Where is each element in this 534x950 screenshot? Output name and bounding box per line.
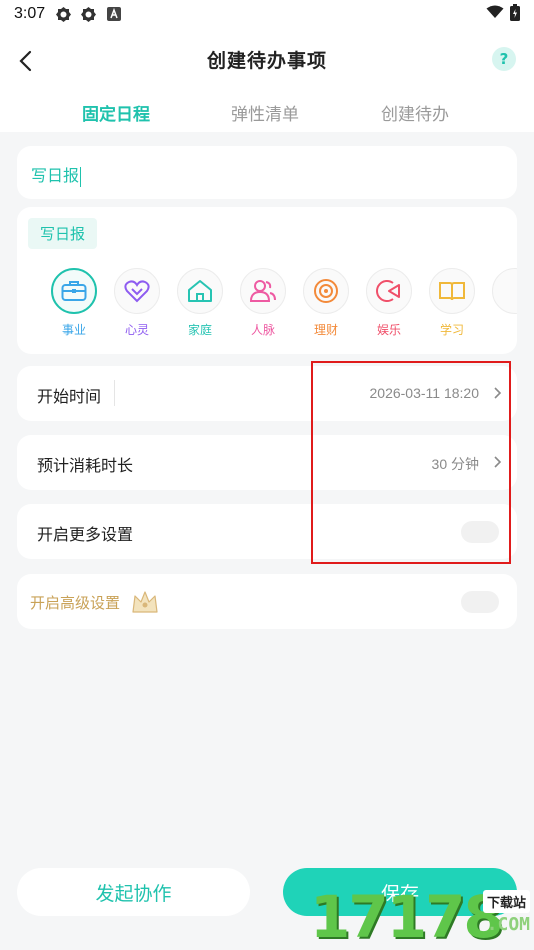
category-mind[interactable]: 心灵 — [112, 268, 162, 338]
people-icon — [240, 268, 286, 314]
settings-gear-icon — [55, 6, 72, 23]
settings-gear-icon — [80, 6, 97, 23]
collaborate-button[interactable]: 发起协作 — [17, 868, 250, 916]
divider — [114, 380, 115, 406]
category-more[interactable] — [490, 268, 517, 314]
category-study[interactable]: 学习 — [427, 268, 477, 338]
heart-icon — [114, 268, 160, 314]
advanced-settings-label: 开启高级设置 — [30, 594, 121, 612]
site-watermark: 17178 下载站 .COM — [310, 884, 534, 950]
status-bar: 3:07 — [0, 0, 534, 28]
tab-fixed-schedule[interactable]: 固定日程 — [82, 100, 150, 125]
duration-label: 预计消耗时长 — [37, 456, 134, 475]
tab-create-todo[interactable]: 创建待办 — [381, 100, 449, 125]
category-label: 心灵 — [124, 323, 149, 337]
advanced-settings-toggle[interactable] — [461, 591, 499, 613]
chevron-left-icon — [19, 50, 32, 72]
category-label: 学习 — [439, 323, 464, 337]
coin-icon — [303, 268, 349, 314]
start-time-label: 开始时间 — [37, 387, 102, 406]
category-label: 理财 — [313, 323, 338, 337]
status-right — [486, 3, 520, 25]
category-label: 娱乐 — [376, 323, 401, 337]
category-network[interactable]: 人脉 — [238, 268, 288, 338]
more-settings-label: 开启更多设置 — [37, 525, 134, 544]
highlight-box — [311, 361, 511, 564]
selected-task-chip[interactable]: 写日报 — [28, 218, 98, 249]
book-icon — [429, 268, 475, 314]
tab-flexible-list[interactable]: 弹性清单 — [231, 100, 299, 125]
crown-icon — [132, 591, 158, 613]
app-header: 创建待办事项 ? — [0, 28, 534, 90]
house-icon — [177, 268, 223, 314]
wifi-icon — [486, 5, 504, 23]
watermark-tag: 下载站 — [482, 890, 530, 913]
battery-icon — [510, 3, 520, 25]
category-family[interactable]: 家庭 — [175, 268, 225, 338]
task-name-value: 写日报 — [31, 166, 82, 187]
category-label: 事业 — [61, 323, 86, 337]
category-label: 家庭 — [187, 323, 212, 337]
category-label: 人脉 — [250, 323, 275, 337]
back-button[interactable] — [12, 46, 38, 76]
mode-tabs: 固定日程 弹性清单 创建待办 — [0, 90, 534, 132]
text-caret — [80, 166, 82, 187]
app-a-icon — [105, 6, 122, 23]
briefcase-icon — [51, 268, 97, 314]
status-time: 3:07 — [14, 5, 46, 22]
advanced-settings-row: 开启高级设置 — [17, 574, 517, 629]
task-name-field[interactable]: 写日报 — [17, 146, 517, 199]
watermark-numbers: 17178 — [310, 883, 504, 950]
category-card: 写日报 事业 心灵 家庭 人脉 理财 娱乐 学习 — [17, 207, 517, 354]
category-finance[interactable]: 理财 — [301, 268, 351, 338]
category-career[interactable]: 事业 — [49, 268, 99, 338]
more-category-icon — [492, 268, 517, 314]
game-icon — [366, 268, 412, 314]
category-entertainment[interactable]: 娱乐 — [364, 268, 414, 338]
watermark-domain: .COM — [486, 914, 530, 935]
page-title: 创建待办事项 — [206, 49, 327, 72]
help-button[interactable]: ? — [492, 47, 516, 71]
help-icon: ? — [499, 50, 509, 68]
